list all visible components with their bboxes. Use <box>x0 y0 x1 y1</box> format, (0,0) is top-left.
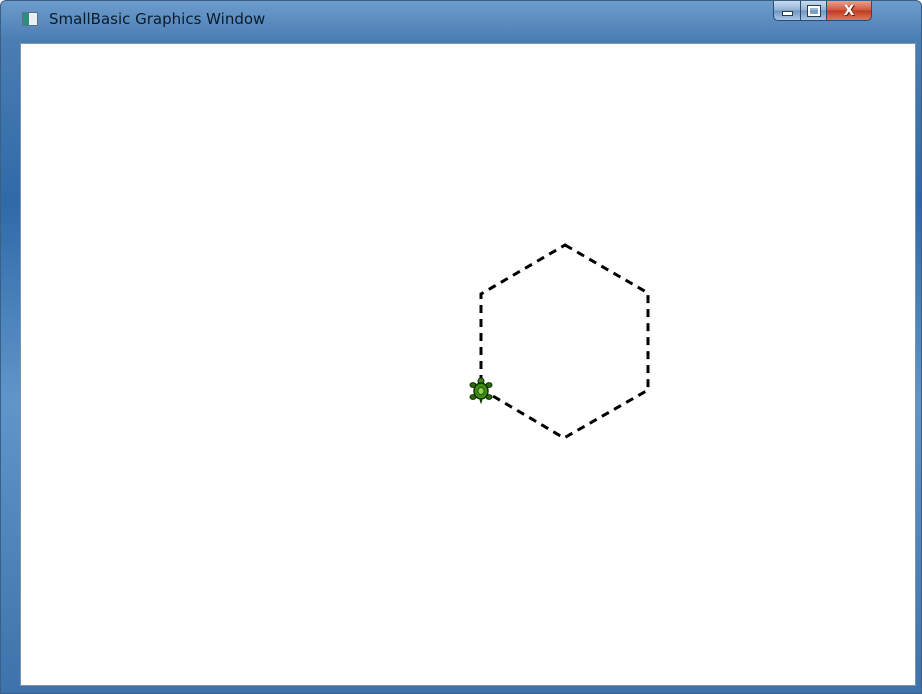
title-bar[interactable]: SmallBasic Graphics Window X <box>1 1 921 41</box>
maximize-icon <box>806 4 821 17</box>
drawing-canvas <box>469 243 650 440</box>
window-title: SmallBasic Graphics Window <box>49 10 266 28</box>
hexagon-path <box>479 243 650 440</box>
graphics-canvas-area[interactable] <box>20 43 916 686</box>
turtle-icon <box>469 377 493 405</box>
maximize-button[interactable] <box>800 1 827 21</box>
close-icon: X <box>843 2 855 19</box>
minimize-icon <box>781 11 793 16</box>
app-icon <box>22 12 38 26</box>
graphics-window: SmallBasic Graphics Window X <box>0 0 922 694</box>
close-button[interactable]: X <box>826 1 872 21</box>
minimize-button[interactable] <box>773 1 801 21</box>
